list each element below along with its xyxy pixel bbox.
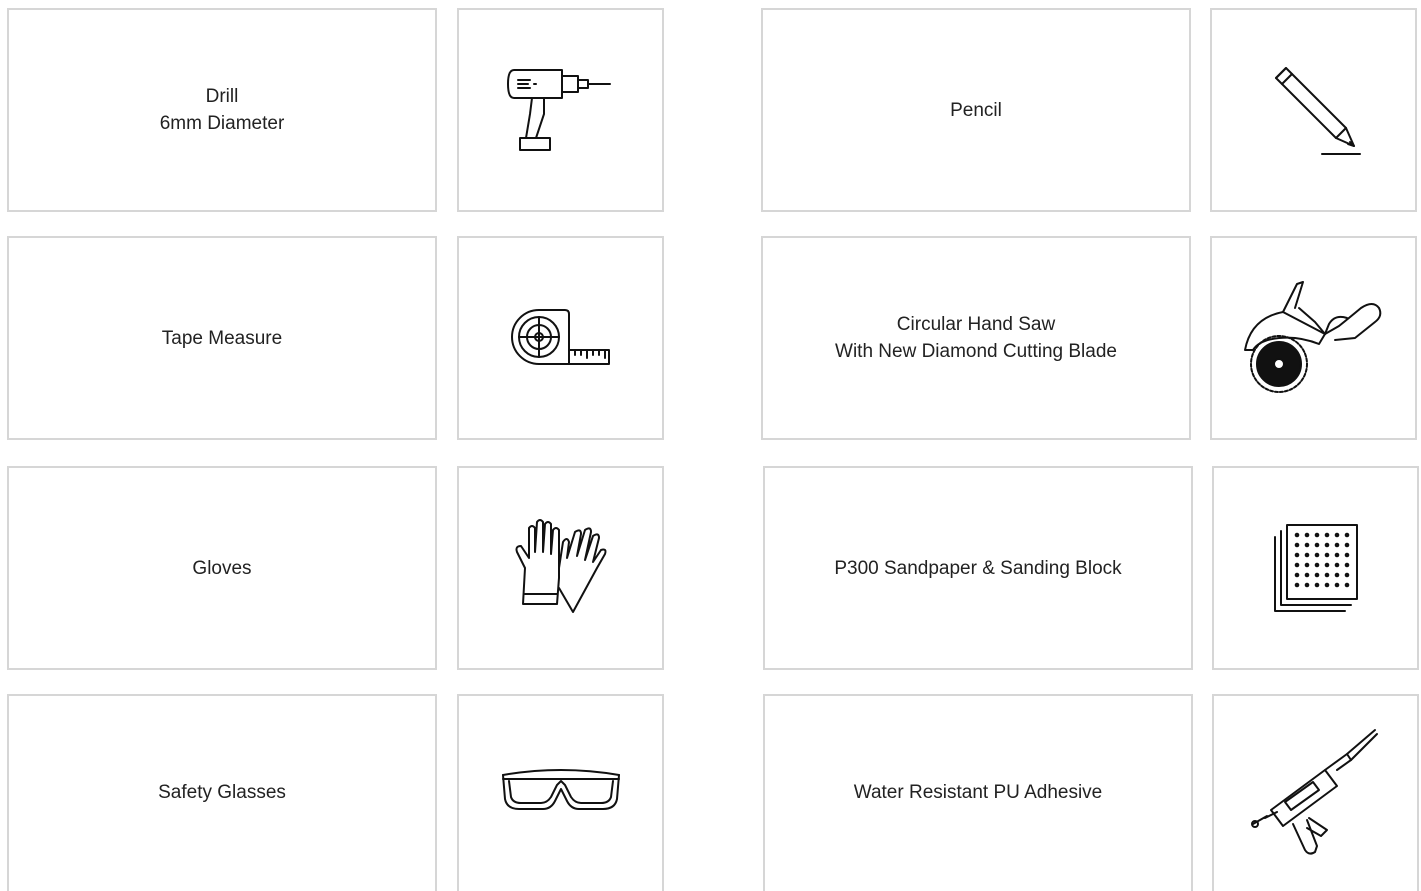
safety-glasses-icon: [501, 768, 620, 810]
tool-name-drill: Drill: [205, 86, 239, 107]
tool-label-pencil: Pencil: [761, 8, 1191, 212]
tool-label-adhesive: Water Resistant PU Adhesive: [763, 694, 1193, 891]
tool-label-drill: Drill 6mm Diameter: [7, 8, 437, 212]
tool-label-gloves: Gloves: [7, 466, 437, 670]
tool-name-pencil: Pencil: [950, 99, 1002, 121]
tool-name-adhesive: Water Resistant PU Adhesive: [853, 782, 1103, 803]
caulking-gun-icon: [1250, 728, 1378, 855]
tool-spec-circular-saw: With New Diamond Cutting Blade: [835, 341, 1117, 362]
sandpaper-icon: [1273, 524, 1358, 612]
tool-label-sandpaper: P300 Sandpaper & Sanding Block: [763, 466, 1193, 670]
tool-name-gloves: Gloves: [192, 557, 252, 579]
tool-image-circular-saw: [1210, 236, 1417, 440]
tool-name-circular-saw: Circular Hand Saw: [896, 314, 1056, 335]
pencil-icon: [1274, 67, 1361, 155]
tool-image-adhesive: [1212, 694, 1419, 891]
tool-name-sandpaper: P300 Sandpaper & Sanding Block: [834, 557, 1122, 579]
tool-image-drill: [457, 8, 664, 212]
tool-label-safety-glasses: Safety Glasses: [7, 694, 437, 891]
tool-image-safety-glasses: [457, 694, 664, 891]
tool-image-pencil: [1210, 8, 1417, 212]
tool-label-circular-saw: Circular Hand Saw With New Diamond Cutti…: [761, 236, 1191, 440]
tape-measure-icon: [510, 309, 610, 365]
tool-name-safety-glasses: Safety Glasses: [158, 782, 286, 803]
circular-saw-icon: [1243, 281, 1381, 393]
tool-image-tape-measure: [457, 236, 664, 440]
tool-name-tape-measure: Tape Measure: [161, 327, 283, 349]
drill-icon: [506, 69, 611, 151]
gloves-icon: [515, 519, 606, 613]
tool-image-sandpaper: [1212, 466, 1419, 670]
tool-image-gloves: [457, 466, 664, 670]
tool-label-tape-measure: Tape Measure: [7, 236, 437, 440]
tool-spec-drill: 6mm Diameter: [159, 113, 285, 134]
